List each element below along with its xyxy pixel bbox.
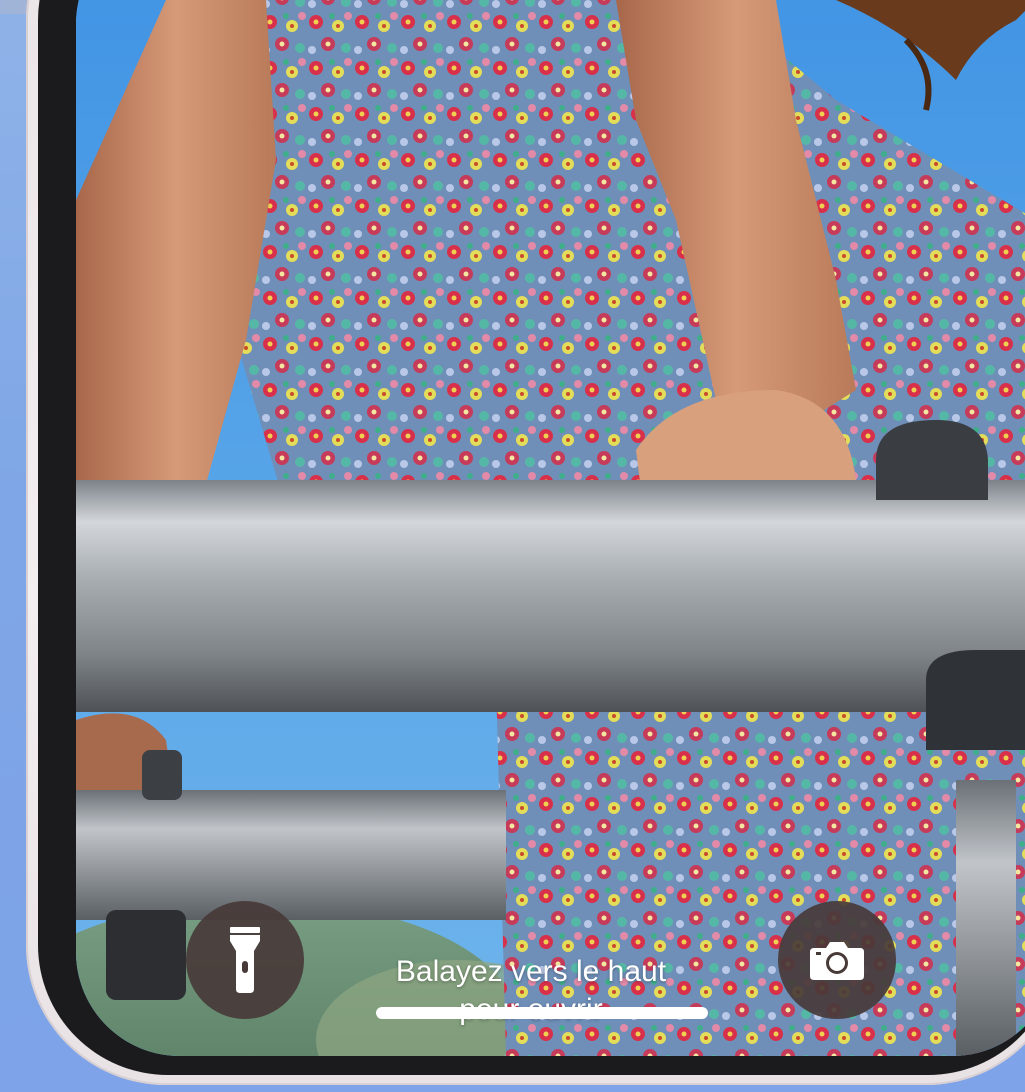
lock-screen[interactable]: Balayez vers le haut pour ouvrir — [76, 0, 1025, 1056]
wallpaper-photo — [76, 0, 1025, 1056]
unlock-hint-line1: Balayez vers le haut — [395, 955, 667, 988]
camera-icon — [810, 942, 864, 980]
flashlight-icon — [230, 927, 260, 993]
home-indicator[interactable] — [376, 1007, 708, 1019]
flashlight-button[interactable] — [186, 901, 304, 1019]
camera-button[interactable] — [778, 901, 896, 1019]
